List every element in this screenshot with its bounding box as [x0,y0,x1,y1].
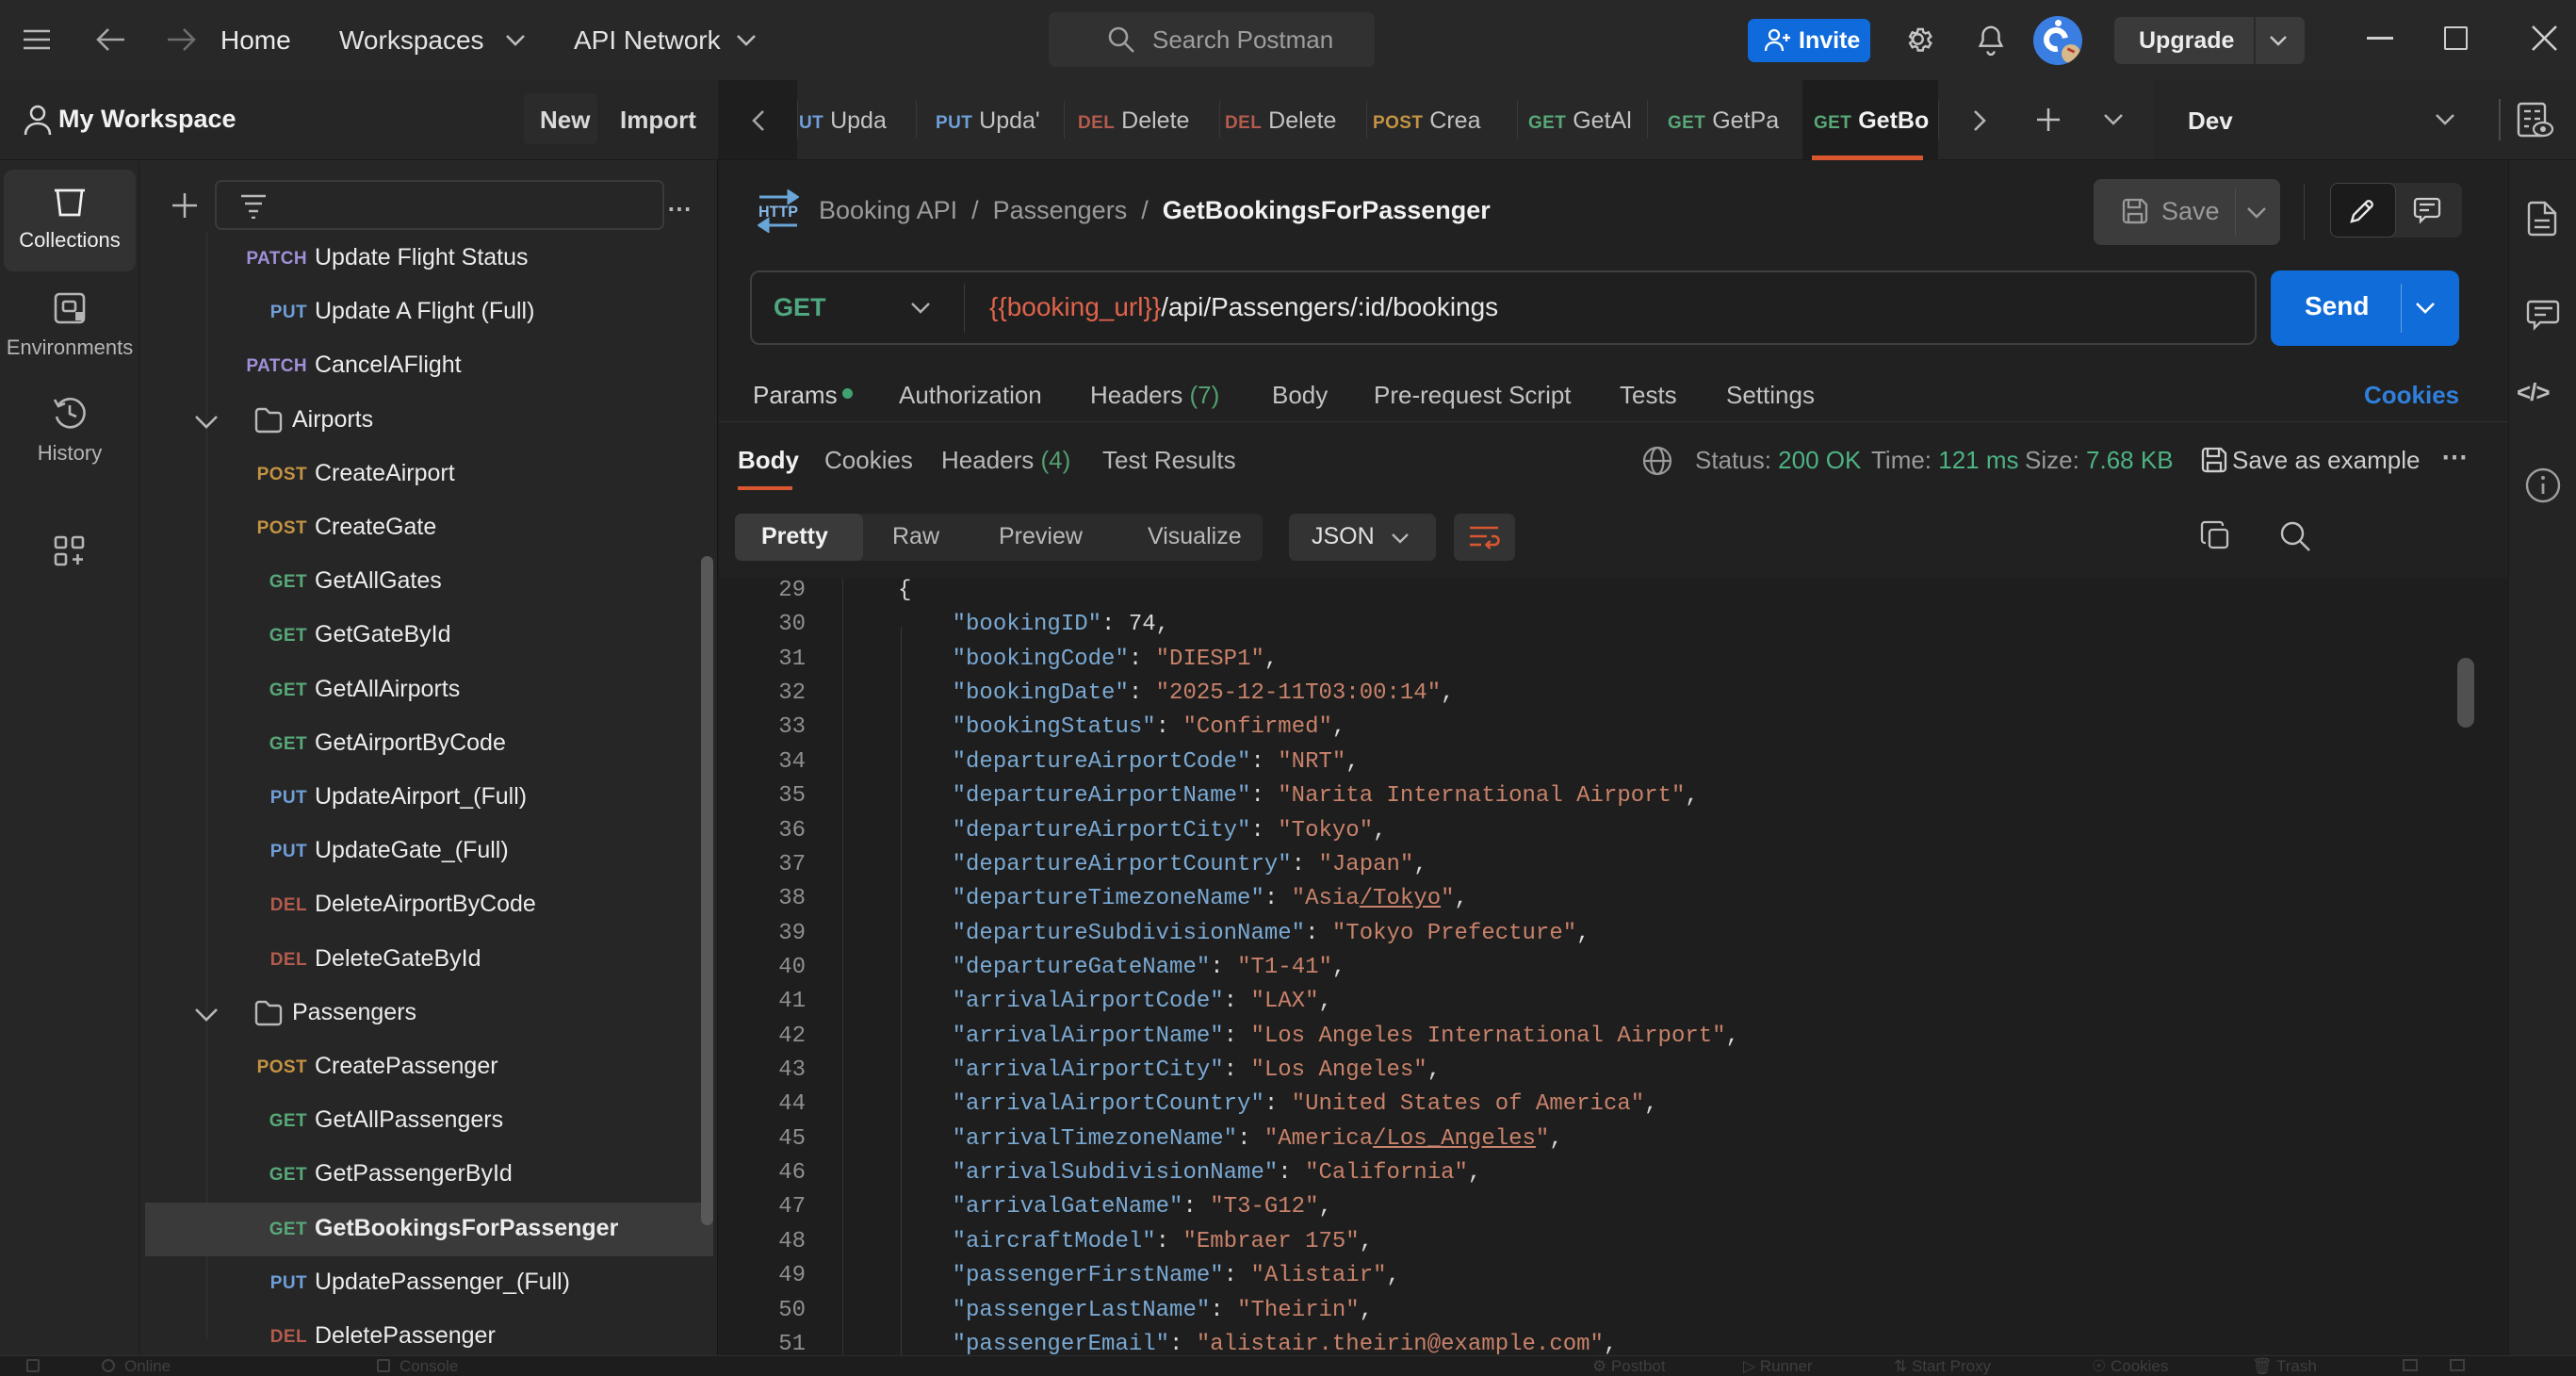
svg-text:HTTP: HTTP [758,203,798,221]
